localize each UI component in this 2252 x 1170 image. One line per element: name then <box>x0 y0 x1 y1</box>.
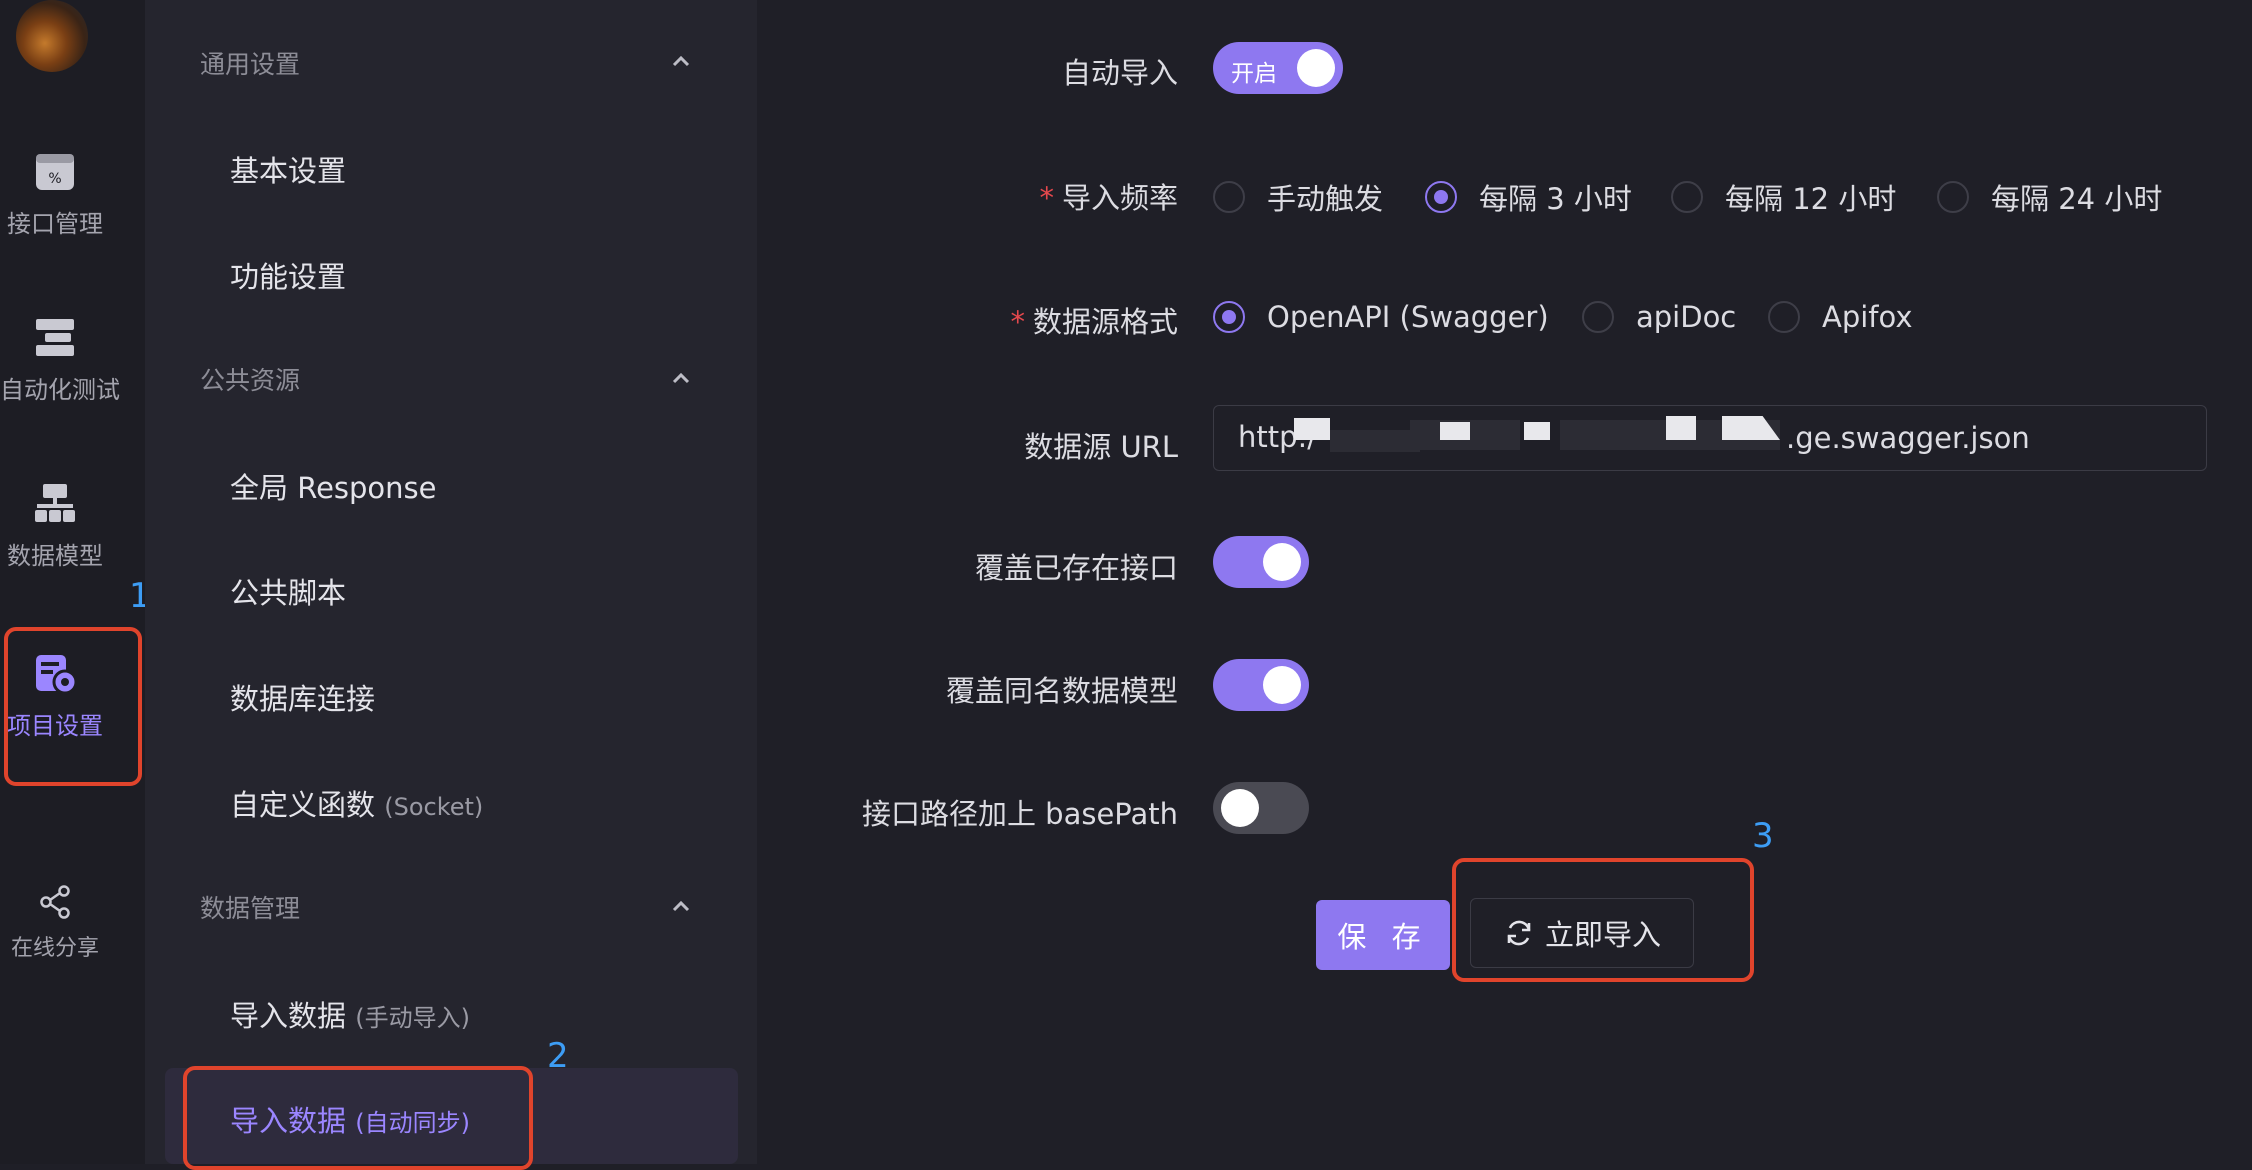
sidebar-item-custom-functions[interactable]: 自定义函数 (Socket) <box>230 782 483 824</box>
radio-apifox[interactable]: Apifox <box>1768 300 1913 334</box>
redaction-block <box>1330 430 1420 452</box>
custom-func-label: 自定义函数 <box>230 788 376 822</box>
radio-label: OpenAPI (Swagger) <box>1267 300 1549 334</box>
format-label: * 数据源格式 <box>1010 299 1178 341</box>
sidebar-item-public-scripts[interactable]: 公共脚本 <box>230 570 346 612</box>
toggle-knob <box>1263 666 1301 704</box>
auto-import-label: 自动导入 <box>1061 56 1178 90</box>
radio-dot <box>1937 181 1969 213</box>
toggle-knob <box>1297 49 1335 87</box>
radio-label: 每隔 24 小时 <box>1991 182 2163 216</box>
icon-rail: % 接口管理 自动化测试 数据模型 项目设置 在线分享 1 <box>0 0 151 1164</box>
settings-sidebar: 通用设置 基本设置 功能设置 公共资源 全局 Response 公共脚本 数据库… <box>145 0 757 1170</box>
rail-item-data-model[interactable]: 数据模型 <box>0 482 110 571</box>
url-visible-suffix: .ge.swagger.json <box>1786 421 2030 455</box>
import-manual-label: 导入数据 <box>230 999 347 1033</box>
frequency-label-text: 导入频率 <box>1061 181 1178 215</box>
sidebar-item-global-response[interactable]: 全局 Response <box>230 465 437 507</box>
radio-label: 每隔 3 小时 <box>1479 182 1632 216</box>
radio-dot <box>1671 181 1703 213</box>
rail-item-automation[interactable]: 自动化测试 <box>0 316 120 405</box>
radio-label: 每隔 12 小时 <box>1725 182 1897 216</box>
chevron-up-icon[interactable] <box>670 367 692 389</box>
data-model-icon <box>35 484 75 522</box>
base-path-label: 接口路径加上 basePath <box>861 797 1178 831</box>
radio-label: apiDoc <box>1636 300 1737 334</box>
auto-import-toggle[interactable]: 开启 <box>1213 42 1343 94</box>
redaction-block <box>1666 416 1696 440</box>
format-label-text: 数据源格式 <box>1032 305 1178 339</box>
project-avatar[interactable] <box>16 0 88 72</box>
annotation-box-3 <box>1452 858 1754 982</box>
radio-dot <box>1582 301 1614 333</box>
sidebar-item-feature-settings[interactable]: 功能设置 <box>230 254 346 296</box>
api-management-icon: % <box>36 154 74 190</box>
radio-manual-trigger[interactable]: 手动触发 <box>1213 176 1383 218</box>
toggle-knob <box>1263 543 1301 581</box>
override-model-label: 覆盖同名数据模型 <box>945 674 1178 708</box>
required-mark: * <box>1039 181 1054 215</box>
radio-every-3h[interactable]: 每隔 3 小时 <box>1425 176 1632 218</box>
section-title-public-resources: 公共资源 <box>200 366 301 395</box>
toggle-knob <box>1221 789 1259 827</box>
section-title-data-management: 数据管理 <box>200 894 301 923</box>
radio-dot <box>1213 301 1245 333</box>
chevron-up-icon[interactable] <box>670 895 692 917</box>
custom-func-sub: (Socket) <box>384 793 484 821</box>
redaction-block <box>1440 422 1470 440</box>
sidebar-item-basic-settings[interactable]: 基本设置 <box>230 148 346 190</box>
share-icon <box>40 885 70 919</box>
svg-text:%: % <box>48 171 61 187</box>
annotation-box-1 <box>4 627 142 786</box>
annotation-number-3: 3 <box>1752 816 1774 856</box>
radio-label: 手动触发 <box>1267 182 1384 216</box>
import-manual-sub: (手动导入) <box>355 1004 470 1032</box>
save-button[interactable]: 保 存 <box>1316 900 1450 970</box>
override-api-label: 覆盖已存在接口 <box>974 551 1178 585</box>
chevron-up-icon[interactable] <box>670 50 692 72</box>
annotation-box-2 <box>183 1066 533 1170</box>
frequency-label: * 导入频率 <box>1039 175 1178 217</box>
required-mark: * <box>1010 305 1025 339</box>
sidebar-item-import-manual[interactable]: 导入数据 (手动导入) <box>230 993 470 1035</box>
sidebar-item-database-connection[interactable]: 数据库连接 <box>230 676 375 718</box>
section-title-general: 通用设置 <box>200 50 301 79</box>
radio-every-24h[interactable]: 每隔 24 小时 <box>1937 176 2162 218</box>
radio-dot <box>1425 181 1457 213</box>
automation-test-icon <box>36 319 74 356</box>
url-label: 数据源 URL <box>1024 430 1178 464</box>
redaction-block <box>1524 422 1550 440</box>
rail-item-api-management[interactable]: % 接口管理 <box>0 150 110 239</box>
rail-item-share[interactable]: 在线分享 <box>0 884 110 962</box>
radio-dot <box>1213 181 1245 213</box>
base-path-toggle[interactable] <box>1213 782 1309 834</box>
redaction-block <box>1294 418 1330 440</box>
toggle-on-text: 开启 <box>1231 61 1277 87</box>
radio-openapi[interactable]: OpenAPI (Swagger) <box>1213 300 1549 334</box>
radio-label: Apifox <box>1822 300 1913 334</box>
radio-every-12h[interactable]: 每隔 12 小时 <box>1671 176 1896 218</box>
radio-apidoc[interactable]: apiDoc <box>1582 300 1736 334</box>
override-model-toggle[interactable] <box>1213 659 1309 711</box>
override-api-toggle[interactable] <box>1213 536 1309 588</box>
annotation-number-2: 2 <box>547 1036 569 1076</box>
radio-dot <box>1768 301 1800 333</box>
